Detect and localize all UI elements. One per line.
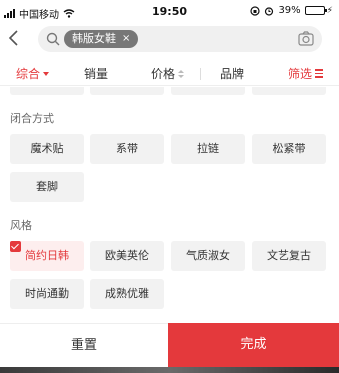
search-box[interactable]: 韩版女鞋 × xyxy=(38,26,322,52)
chip-closure-4[interactable]: 套脚 xyxy=(10,172,84,202)
chip-style-4[interactable]: 时尚通勤 xyxy=(10,279,84,309)
chip-partial[interactable] xyxy=(90,87,164,95)
rotation-lock-icon xyxy=(250,5,261,16)
chip-style-0-label: 简约日韩 xyxy=(25,249,69,262)
search-icon xyxy=(46,32,60,46)
filter-label: 筛选 xyxy=(288,67,313,81)
sort-sales[interactable]: 销量 xyxy=(84,65,108,82)
screen: 中国移动 19:50 39% ⚡ 韩版女鞋 × 综合 销量 价格 品牌 筛选 闭… xyxy=(0,0,339,373)
check-icon xyxy=(10,241,21,252)
chip-style-5[interactable]: 成熟优雅 xyxy=(90,279,164,309)
sort-bar: 综合 销量 价格 品牌 筛选 xyxy=(0,60,339,86)
sort-order-icon xyxy=(178,69,185,79)
chip-closure-0[interactable]: 魔术贴 xyxy=(10,134,84,164)
filter-menu-icon xyxy=(315,68,324,79)
sort-comprehensive[interactable]: 综合 xyxy=(16,65,50,82)
sort-comprehensive-label: 综合 xyxy=(16,67,41,81)
tag-close-icon[interactable]: × xyxy=(122,30,130,48)
sort-brand-label: 品牌 xyxy=(220,67,245,81)
chip-style-3[interactable]: 文艺复古 xyxy=(252,241,326,271)
filter-panel: 闭合方式 魔术贴 系带 拉链 松紧带 套脚 风格 简约日韩 欧美英伦 气质淑女 … xyxy=(0,87,339,323)
chip-style-0-selected[interactable]: 简约日韩 xyxy=(10,241,84,271)
battery-percent: 39% xyxy=(278,5,301,16)
chip-partial[interactable] xyxy=(10,87,84,95)
search-header: 韩版女鞋 × xyxy=(0,24,339,54)
charging-icon: ⚡ xyxy=(326,5,333,16)
chip-closure-2[interactable]: 拉链 xyxy=(171,134,245,164)
done-button[interactable]: 完成 xyxy=(168,323,339,367)
search-tag-label: 韩版女鞋 xyxy=(72,32,116,45)
status-right: 39% ⚡ xyxy=(250,5,333,16)
reset-button[interactable]: 重置 xyxy=(0,323,168,367)
chip-partial[interactable] xyxy=(252,87,326,95)
sort-price[interactable]: 价格 xyxy=(151,65,185,82)
chip-closure-1[interactable]: 系带 xyxy=(90,134,164,164)
back-icon[interactable] xyxy=(6,28,22,48)
chip-partial[interactable] xyxy=(171,87,245,95)
background-content-strip xyxy=(0,367,339,373)
search-tag[interactable]: 韩版女鞋 × xyxy=(64,30,139,48)
section-title-style: 风格 xyxy=(10,219,32,232)
camera-icon[interactable] xyxy=(298,31,314,46)
chip-style-1[interactable]: 欧美英伦 xyxy=(90,241,164,271)
alarm-icon xyxy=(265,6,274,16)
divider xyxy=(200,68,201,80)
chip-style-2[interactable]: 气质淑女 xyxy=(171,241,245,271)
section-title-closure: 闭合方式 xyxy=(10,112,54,125)
filter-button[interactable]: 筛选 xyxy=(288,65,324,82)
chip-closure-3[interactable]: 松紧带 xyxy=(252,134,326,164)
status-bar: 中国移动 19:50 39% ⚡ xyxy=(0,0,339,24)
sort-brand[interactable]: 品牌 xyxy=(220,65,244,82)
action-bar: 重置 完成 xyxy=(0,323,339,367)
sort-sales-label: 销量 xyxy=(84,67,109,81)
battery-icon xyxy=(304,6,327,15)
sort-price-label: 价格 xyxy=(151,67,176,81)
dropdown-icon xyxy=(43,71,50,76)
